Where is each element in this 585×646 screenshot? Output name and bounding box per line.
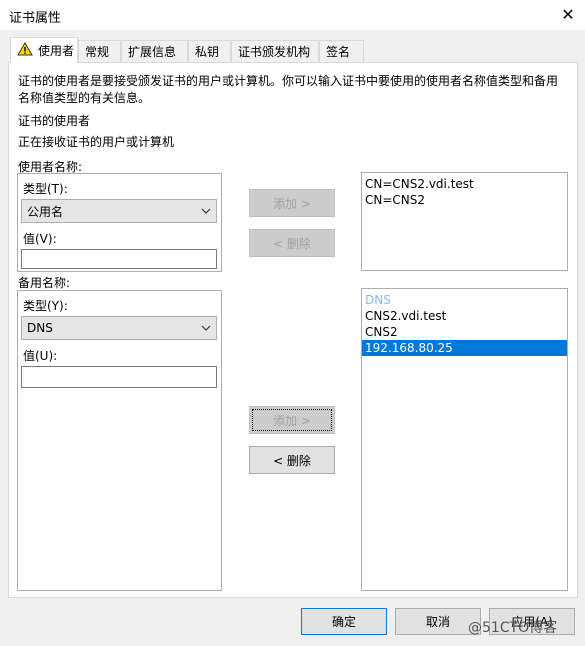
subject-heading: 证书的使用者 — [18, 114, 91, 128]
subject-remove-button[interactable]: < 删除 — [249, 229, 335, 257]
subject-text: 正在接收证书的用户或计算机 — [18, 135, 175, 149]
list-heading: DNS — [365, 293, 391, 307]
warning-icon — [17, 42, 33, 59]
tab-extensions[interactable]: 扩展信息 — [121, 40, 188, 62]
list-item[interactable]: CN=CNS2.vdi.test — [362, 176, 567, 192]
subject-type-label: 类型(T): — [23, 182, 68, 196]
subject-add-button[interactable]: 添加 > — [249, 189, 335, 217]
list-item[interactable]: CNS2 — [362, 324, 567, 340]
tab-label: 使用者 — [38, 44, 75, 58]
tab-label: 扩展信息 — [128, 45, 177, 59]
subject-type-value: 公用名 — [27, 204, 64, 219]
tab-label: 证书颁发机构 — [238, 45, 311, 59]
alt-add-button[interactable]: 添加 > — [249, 406, 335, 434]
list-item[interactable]: CN=CNS2 — [362, 192, 567, 208]
description-line-1: 证书的使用者是要接受颁发证书的用户或计算机。你可以输入证书中要使用的使用者名称值… — [18, 74, 559, 88]
chevron-down-icon — [201, 325, 211, 331]
alt-name-label: 备用名称: — [18, 276, 71, 290]
subject-type-select[interactable]: 公用名 — [21, 199, 217, 223]
alt-type-label: 类型(Y): — [23, 299, 68, 313]
window-title: 证书属性 — [9, 11, 62, 26]
close-icon[interactable]: ✕ — [556, 3, 580, 27]
alt-type-value: DNS — [27, 321, 53, 335]
tab-general[interactable]: 常规 — [78, 40, 121, 62]
tab-label: 常规 — [85, 45, 110, 59]
chevron-down-icon — [201, 208, 211, 214]
tab-signature[interactable]: 签名 — [319, 40, 364, 62]
tab-subject[interactable]: 使用者 — [10, 37, 78, 63]
alt-remove-button[interactable]: < 删除 — [249, 446, 335, 474]
ok-button[interactable]: 确定 — [301, 608, 387, 635]
description-line-2: 名称值类型的有关信息。 — [18, 91, 151, 105]
watermark: @51CTO博客 — [468, 620, 558, 636]
list-item[interactable]: CNS2.vdi.test — [362, 308, 567, 324]
subject-value-label: 值(V): — [23, 232, 57, 246]
alt-type-select[interactable]: DNS — [21, 316, 217, 340]
subject-value-input[interactable] — [21, 249, 217, 269]
tab-label: 签名 — [326, 45, 351, 59]
subject-name-list[interactable]: CN=CNS2.vdi.test CN=CNS2 — [361, 172, 568, 271]
alt-value-label: 值(U): — [23, 349, 58, 363]
tab-certificate-authority[interactable]: 证书颁发机构 — [231, 40, 319, 62]
tab-private-key[interactable]: 私钥 — [188, 40, 231, 62]
alt-name-list[interactable]: DNS CNS2.vdi.test CNS2 192.168.80.25 — [361, 288, 568, 591]
title-bar: 证书属性 ✕ — [0, 0, 585, 30]
list-item-selected[interactable]: 192.168.80.25 — [362, 340, 567, 356]
tab-label: 私钥 — [195, 45, 220, 59]
alt-value-input[interactable] — [21, 366, 217, 388]
